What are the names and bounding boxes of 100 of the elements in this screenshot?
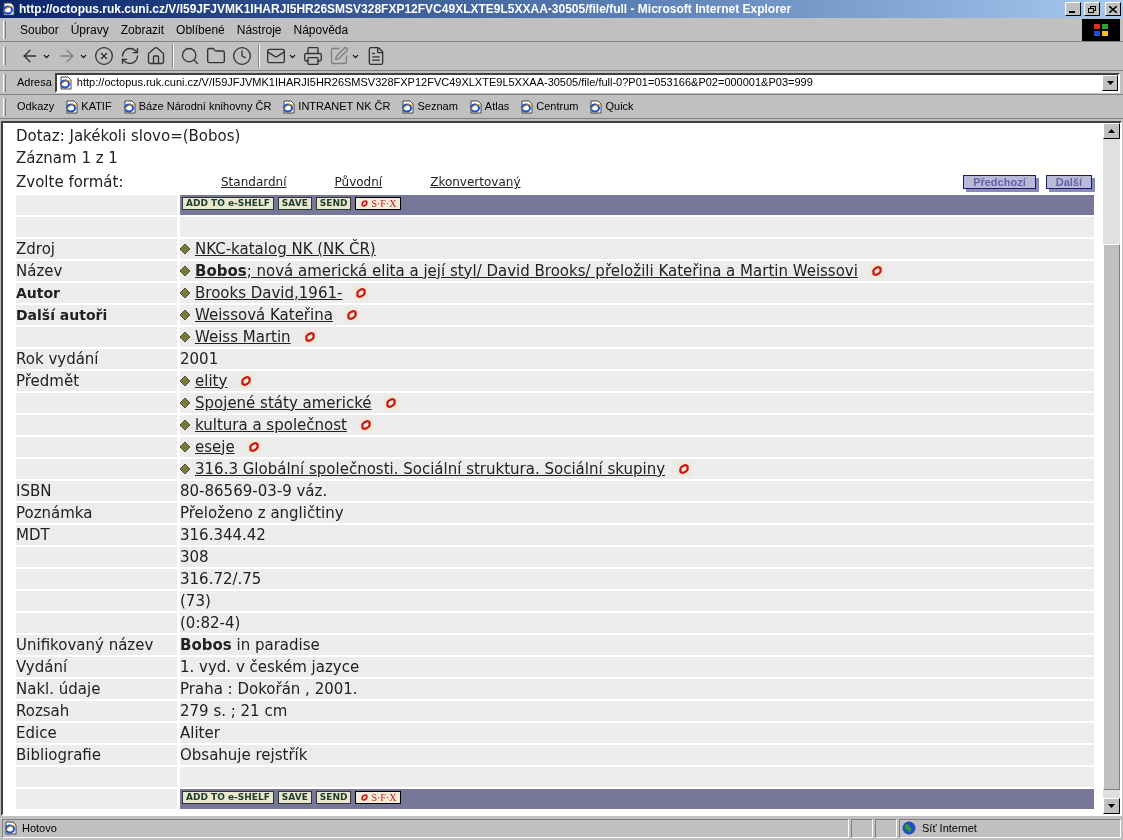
action-button[interactable]: ADD TO e-SHELF [182, 791, 274, 804]
record-link[interactable]: Spojené státy americké [192, 391, 372, 415]
record-link[interactable]: eseje [192, 435, 235, 459]
page-icon [4, 821, 18, 835]
globe-icon [902, 821, 916, 835]
field-value: 316.344.42 [180, 524, 266, 546]
menu-item[interactable]: Úpravy [64, 20, 115, 39]
page-icon [58, 75, 73, 90]
field-label: Rozsah [16, 700, 70, 722]
toolbar-icon[interactable] [120, 46, 140, 66]
sfx-button[interactable]: S·F·X [355, 791, 402, 804]
diamond-icon [180, 244, 190, 254]
record-link[interactable]: 316.3 Globální společnosti. Sociální struktura. Sociální skupiny [192, 457, 666, 481]
windows-logo [1082, 18, 1120, 41]
toolbar-icon[interactable] [232, 46, 252, 66]
toolbar-icon[interactable] [303, 46, 323, 66]
field-value: 80-86569-03-9 váz. [180, 480, 328, 502]
diamond-icon [180, 288, 190, 298]
diamond-icon [180, 442, 190, 452]
record-link[interactable]: Weissová Kateřina [192, 303, 333, 327]
format-link[interactable]: Původní [334, 173, 383, 191]
minimize-button[interactable] [1065, 2, 1081, 16]
page-icon [65, 99, 80, 114]
diamond-icon [180, 420, 190, 430]
scroll-up-button[interactable] [1103, 123, 1120, 139]
sfx-button[interactable]: S·F·X [355, 197, 402, 210]
links-label: Odkazy [17, 99, 55, 115]
page-icon [2, 2, 16, 16]
record-count: Záznam 1 z 1 [16, 147, 118, 169]
menu-item[interactable]: Nástroje [230, 20, 288, 39]
page-icon [401, 99, 416, 114]
format-link[interactable]: Standardní [221, 173, 287, 191]
menu-item[interactable]: Zobrazit [114, 20, 171, 39]
action-button[interactable]: ADD TO e-SHELF [182, 197, 274, 210]
scrollbar[interactable] [1103, 123, 1120, 814]
favorite-link[interactable]: KATIF [65, 98, 112, 115]
toolbar-icon[interactable] [266, 46, 286, 66]
diamond-icon [180, 266, 190, 276]
window-title: http://octopus.ruk.cuni.cz/V/I59JFJVMK1IHARJI5HR26SMSV328FXP12FVC49XLXTE9L5XXAA-30505/file/full - Microsoft Internet Explorer [19, 1, 793, 18]
record-link[interactable]: elity [192, 369, 228, 393]
field-label: Název [16, 260, 63, 282]
diamond-icon [180, 464, 190, 474]
format-label: Zvolte formát: [16, 171, 125, 193]
record-link[interactable]: NKC-katalog NK (NK ČR) [192, 237, 376, 261]
menu-item[interactable]: Nápověda [287, 20, 355, 39]
favorite-link[interactable]: Quick [589, 98, 634, 115]
page-icon [282, 99, 297, 114]
favorite-link[interactable]: Seznam [401, 98, 458, 115]
toolbar-icon[interactable] [94, 46, 114, 66]
field-label: Bibliografie [16, 744, 102, 766]
field-value: Přeloženo z angličtiny [180, 502, 344, 524]
action-button[interactable]: SEND [315, 197, 352, 210]
field-value: Aliter [180, 722, 220, 744]
record-link[interactable]: Bobos; nová americká elita a její styl/ David Brooks/ přeložili Kateřina a Martin Weissovi [192, 259, 858, 283]
field-value: Bobos in paradise [180, 634, 320, 656]
page-icon [589, 99, 604, 114]
field-label: Edice [16, 722, 57, 744]
field-value: Obsahuje rejstřík [180, 744, 308, 766]
action-button[interactable]: SEND [315, 791, 352, 804]
close-button[interactable] [1105, 2, 1121, 16]
field-value: Praha : Dokořán , 2001. [180, 678, 358, 700]
swirl-icon [360, 199, 370, 208]
favorite-link[interactable]: Báze Národní knihovny ČR [122, 98, 272, 115]
field-value: (73) [180, 590, 211, 612]
maximize-icon [1088, 5, 1096, 13]
field-label: Další autoři [16, 305, 108, 325]
toolbar-icon[interactable] [206, 46, 226, 66]
page-icon [468, 99, 483, 114]
toolbar-icon[interactable] [146, 46, 166, 66]
record-link[interactable]: kultura a společnost [192, 413, 347, 437]
toolbar-icon[interactable] [180, 46, 200, 66]
diamond-icon [180, 398, 190, 408]
field-label: Unifikovaný název [16, 634, 154, 656]
favorite-link[interactable]: Atlas [468, 98, 510, 115]
page-icon [520, 99, 535, 114]
action-button[interactable]: SAVE [277, 791, 312, 804]
record-link[interactable]: Weiss Martin [192, 325, 291, 349]
field-label: Vydání [16, 656, 68, 678]
field-label: Autor [16, 283, 61, 303]
format-link[interactable]: Zkonvertovaný [430, 173, 521, 191]
favorite-link[interactable]: Centrum [520, 98, 579, 115]
dropdown-button[interactable] [1102, 74, 1118, 91]
field-value: 1. vyd. v českém jazyce [180, 656, 360, 678]
field-value: 308 [180, 546, 209, 568]
menu-item[interactable]: Soubor [14, 20, 65, 39]
favorite-link[interactable]: INTRANET NK ČR [282, 98, 391, 115]
scroll-thumb[interactable] [1103, 244, 1120, 790]
field-value: 316.72/.75 [180, 568, 262, 590]
field-value: 2001 [180, 348, 219, 370]
swirl-icon [360, 793, 370, 802]
status-panel [851, 818, 873, 838]
record-link[interactable]: Brooks David,1961- [192, 281, 343, 305]
menu-item[interactable]: Oblíbené [170, 20, 231, 39]
action-button[interactable]: SAVE [277, 197, 312, 210]
maximize-button[interactable] [1084, 2, 1100, 16]
zone-text: Síť Internet [922, 820, 977, 836]
toolbar-icon[interactable] [366, 46, 386, 66]
address-field[interactable]: http://octopus.ruk.cuni.cz/V/I59JFJVMK1IHARJI5HR26SMSV328FXP12FVC49XLXTE9L5XXAA-30505/file/full-0?P01=053166&P02=000001&P03=999 [54, 72, 1120, 93]
caret-icon [1108, 129, 1115, 133]
scroll-down-button[interactable] [1103, 798, 1120, 814]
